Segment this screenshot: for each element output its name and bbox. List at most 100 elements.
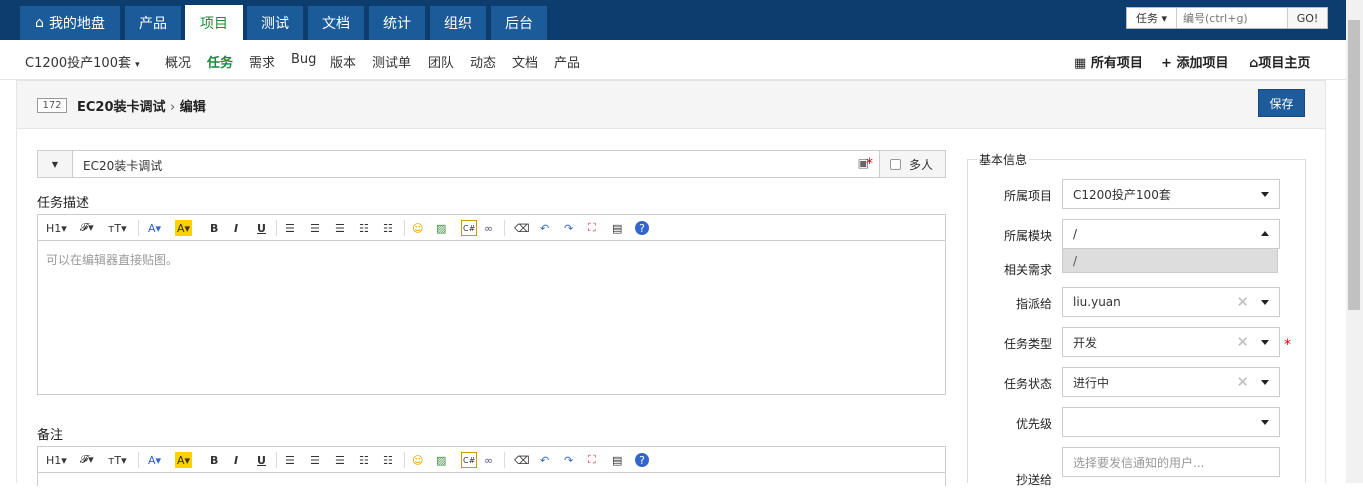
module-dropdown-option[interactable]: / (1062, 248, 1278, 273)
caret-up-icon (1261, 231, 1269, 236)
desc-editor[interactable]: H1▾ 𝓕▾ тT▾ A▾ A▾ B I U ☰ ☰ ☰ ☷ ☷ ☺ ▨ C# … (37, 214, 946, 395)
subnav-item[interactable]: 动态 (470, 52, 496, 71)
bg-color-button[interactable]: A▾ (175, 220, 193, 236)
emoji-icon[interactable]: ☺ (412, 452, 423, 468)
align-center-icon[interactable]: ☰ (310, 452, 320, 468)
italic-button[interactable]: I (234, 220, 238, 236)
tab-stats[interactable]: 统计 (369, 6, 425, 40)
underline-button[interactable]: U (257, 220, 266, 236)
clear-icon[interactable]: ✕ (1236, 293, 1249, 311)
subnav-item[interactable]: 版本 (330, 52, 356, 71)
subnav-item[interactable]: 产品 (554, 52, 580, 71)
clear-icon[interactable]: ✕ (1236, 333, 1249, 351)
size-button[interactable]: тT▾ (108, 220, 127, 236)
image-icon[interactable]: ▨ (436, 452, 446, 468)
grid-icon: ▦ (1074, 56, 1087, 71)
bold-button[interactable]: B (210, 220, 218, 236)
all-projects-link[interactable]: ▦ 所有项目 (1074, 52, 1143, 71)
required-star: * (866, 156, 873, 172)
align-left-icon[interactable]: ☰ (285, 220, 295, 236)
help-icon[interactable]: ? (635, 453, 649, 467)
size-button[interactable]: тT▾ (108, 452, 127, 468)
project-home-link[interactable]: ⌂项目主页 (1249, 52, 1310, 71)
subnav-item-task[interactable]: 任务 (207, 52, 233, 71)
caret-down-icon (1261, 340, 1269, 345)
field-label: 所属模块 (1003, 229, 1052, 243)
color-picker-button[interactable]: ▼ (38, 151, 73, 177)
desc-label: 任务描述 (37, 196, 90, 211)
align-right-icon[interactable]: ☰ (335, 452, 345, 468)
type-select[interactable]: 开发 ✕ (1062, 327, 1280, 357)
bullet-list-icon[interactable]: ☷ (383, 452, 393, 468)
undo-icon[interactable]: ↶ (540, 452, 549, 468)
redo-icon[interactable]: ↷ (564, 452, 573, 468)
help-icon[interactable]: ? (635, 221, 649, 235)
status-select[interactable]: 进行中 ✕ (1062, 367, 1280, 397)
scrollbar-thumb[interactable] (1348, 20, 1360, 310)
clear-icon[interactable]: ✕ (1236, 373, 1249, 391)
heading-button[interactable]: H1▾ (46, 220, 67, 236)
tab-org[interactable]: 组织 (430, 6, 486, 40)
link-icon[interactable]: ∞ (484, 452, 493, 468)
eraser-icon[interactable]: ⌫ (514, 220, 530, 236)
bg-color-button[interactable]: A▾ (175, 452, 193, 468)
tab-admin[interactable]: 后台 (491, 6, 547, 40)
align-right-icon[interactable]: ☰ (335, 220, 345, 236)
underline-button[interactable]: U (257, 452, 266, 468)
ordered-list-icon[interactable]: ☷ (359, 220, 369, 236)
subnav-item[interactable]: Bug (291, 52, 316, 67)
ordered-list-icon[interactable]: ☷ (359, 452, 369, 468)
subnav-item[interactable]: 测试单 (372, 52, 411, 71)
project-switcher[interactable]: C1200投产100套 ▾ (25, 52, 140, 71)
multi-toggle[interactable]: 多人 (879, 151, 945, 177)
align-left-icon[interactable]: ☰ (285, 452, 295, 468)
save-button[interactable]: 保存 (1258, 89, 1305, 117)
tab-my[interactable]: ⌂ 我的地盘 (20, 6, 120, 40)
font-color-button[interactable]: A▾ (148, 452, 161, 468)
code-icon[interactable]: C# (461, 452, 478, 468)
subnav-item[interactable]: 文档 (512, 52, 538, 71)
priority-select[interactable] (1062, 407, 1280, 437)
field-label: 所属项目 (1003, 189, 1052, 203)
redo-icon[interactable]: ↷ (564, 220, 573, 236)
font-color-button[interactable]: A▾ (148, 220, 161, 236)
template-icon[interactable]: ▤ (612, 452, 622, 468)
heading-button[interactable]: H1▾ (46, 452, 67, 468)
image-icon[interactable]: ▨ (436, 220, 446, 236)
add-project-link[interactable]: + 添加项目 (1161, 52, 1228, 71)
cc-input[interactable]: 选择要发信通知的用户... (1062, 447, 1280, 477)
bullet-list-icon[interactable]: ☷ (383, 220, 393, 236)
page-title: EC20装卡调试 › 编辑 (77, 100, 206, 115)
task-name-input[interactable]: EC20装卡调试 (83, 157, 162, 174)
tab-project[interactable]: 项目 (185, 5, 243, 40)
checkbox[interactable] (890, 158, 901, 170)
italic-button[interactable]: I (234, 452, 238, 468)
assign-select[interactable]: liu.yuan ✕ (1062, 287, 1280, 317)
font-button[interactable]: 𝓕▾ (80, 452, 94, 468)
subnav-item[interactable]: 团队 (428, 52, 454, 71)
fullscreen-icon[interactable]: ⛶ (588, 220, 596, 236)
fullscreen-icon[interactable]: ⛶ (588, 452, 596, 468)
module-select[interactable]: / (1062, 219, 1280, 249)
align-center-icon[interactable]: ☰ (310, 220, 320, 236)
go-button[interactable]: GO! (1287, 8, 1327, 28)
search-type-select[interactable]: 任务 ▾ (1127, 8, 1177, 28)
tab-test[interactable]: 测试 (247, 6, 303, 40)
code-icon[interactable]: C# (461, 220, 478, 236)
eraser-icon[interactable]: ⌫ (514, 452, 530, 468)
note-label: 备注 (37, 428, 64, 443)
tab-product[interactable]: 产品 (125, 6, 181, 40)
font-button[interactable]: 𝓕▾ (80, 220, 94, 236)
bold-button[interactable]: B (210, 452, 218, 468)
task-name-row: ▼ EC20装卡调试 ▣ 多人 (37, 150, 946, 178)
search-input[interactable] (1177, 8, 1287, 28)
project-select[interactable]: C1200投产100套 (1062, 179, 1280, 209)
subnav-item[interactable]: 概况 (165, 52, 191, 71)
link-icon[interactable]: ∞ (484, 220, 493, 236)
note-editor[interactable]: H1▾ 𝓕▾ тT▾ A▾ A▾ B I U ☰ ☰ ☰ ☷ ☷ ☺ ▨ C# … (37, 446, 946, 486)
template-icon[interactable]: ▤ (612, 220, 622, 236)
tab-doc[interactable]: 文档 (308, 6, 364, 40)
subnav-item[interactable]: 需求 (249, 52, 275, 71)
emoji-icon[interactable]: ☺ (412, 220, 423, 236)
undo-icon[interactable]: ↶ (540, 220, 549, 236)
